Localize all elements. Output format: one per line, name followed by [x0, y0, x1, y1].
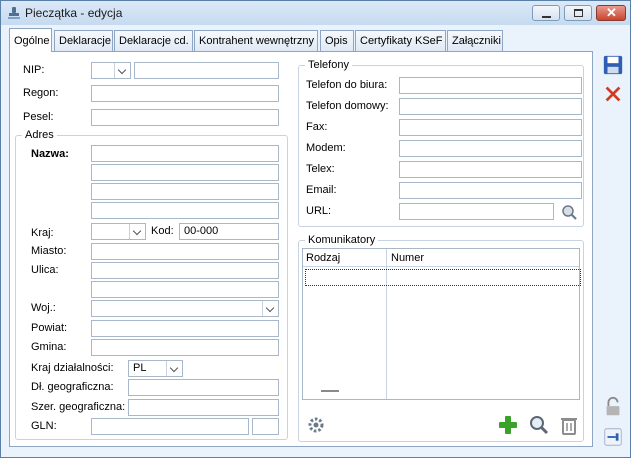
nip-label: NIP:: [23, 64, 45, 76]
chevron-down-icon: [129, 224, 145, 239]
nazwa-line-4[interactable]: [91, 202, 279, 219]
kraj-dzialalnosci-label: Kraj działalności:: [31, 362, 114, 374]
email-input[interactable]: [399, 182, 582, 199]
tab-kontrahent-wewnetrzny[interactable]: Kontrahent wewnętrzny: [194, 30, 318, 51]
miasto-input[interactable]: [91, 243, 279, 260]
powiat-label: Powiat:: [31, 322, 68, 334]
open-url-search-icon[interactable]: [561, 204, 577, 220]
resize-grip: [321, 390, 339, 392]
tab-zalaczniki[interactable]: Załączniki: [447, 30, 503, 51]
regon-input[interactable]: [91, 85, 279, 102]
add-plus-icon[interactable]: [496, 413, 520, 437]
title-bar: Pieczątka - edycja ✕: [1, 1, 630, 25]
grid-row-selected[interactable]: [305, 269, 581, 286]
cancel-close-icon[interactable]: [601, 82, 625, 106]
chevron-down-icon: [114, 63, 130, 78]
window-title: Pieczątka - edycja: [25, 6, 123, 20]
close-icon: ✕: [606, 5, 617, 20]
minimize-button[interactable]: [532, 5, 560, 21]
pesel-label: Pesel:: [23, 111, 54, 123]
tab-ogolne[interactable]: Ogólne: [9, 28, 52, 52]
maximize-button[interactable]: [564, 5, 592, 21]
general-panel: NIP: Regon: Pesel: Adres Nazwa: Kraj: Ko…: [9, 51, 593, 447]
telefon-biuro-label: Telefon do biura:: [306, 79, 388, 91]
pin-icon[interactable]: [601, 425, 625, 449]
modem-label: Modem:: [306, 142, 346, 154]
telex-input[interactable]: [399, 161, 582, 178]
ulica-label: Ulica:: [31, 264, 59, 276]
tab-opis[interactable]: Opis: [320, 30, 354, 51]
woj-combo[interactable]: [91, 300, 279, 317]
kraj-combo[interactable]: [91, 223, 146, 240]
kod-label: Kod:: [151, 225, 174, 237]
tab-certyfikaty-ksef[interactable]: Certyfikaty KSeF: [355, 30, 446, 51]
settings-gear-icon[interactable]: [304, 413, 328, 437]
nazwa-line-2[interactable]: [91, 164, 279, 181]
telefon-domowy-label: Telefon domowy:: [306, 100, 389, 112]
url-label: URL:: [306, 205, 332, 217]
column-numer[interactable]: Numer: [391, 252, 424, 264]
nip-prefix-combo[interactable]: [91, 62, 131, 79]
pesel-input[interactable]: [91, 109, 279, 126]
nip-input[interactable]: [134, 62, 279, 79]
modem-input[interactable]: [399, 140, 582, 157]
ulica-line-1[interactable]: [91, 262, 279, 279]
kraj-dzialalnosci-combo[interactable]: PL: [128, 360, 183, 377]
gmina-label: Gmina:: [31, 341, 67, 353]
szer-geo-input[interactable]: [128, 399, 279, 416]
tab-deklaracje[interactable]: Deklaracje: [54, 30, 113, 51]
regon-label: Regon:: [23, 87, 59, 99]
powiat-input[interactable]: [91, 320, 279, 337]
gln-input[interactable]: [91, 418, 249, 435]
column-rodzaj[interactable]: Rodzaj: [306, 252, 340, 264]
chevron-down-icon: [166, 361, 182, 376]
search-icon[interactable]: [527, 413, 551, 437]
szer-geo-label: Szer. geograficzna:: [31, 401, 126, 413]
telefony-title: Telefony: [305, 59, 352, 71]
dl-geo-input[interactable]: [128, 379, 279, 396]
telefon-domowy-input[interactable]: [399, 98, 582, 115]
nazwa-line-1[interactable]: [91, 145, 279, 162]
telex-label: Telex:: [306, 163, 335, 175]
maximize-icon: [574, 9, 583, 17]
adres-title: Adres: [22, 129, 57, 141]
stamp-icon: [8, 7, 20, 19]
woj-label: Woj.:: [31, 302, 56, 314]
ulica-line-2[interactable]: [91, 281, 279, 298]
gln-check-input[interactable]: [252, 418, 279, 435]
gmina-input[interactable]: [91, 339, 279, 356]
email-label: Email:: [306, 184, 337, 196]
window: Pieczątka - edycja ✕ Ogólne Deklaracje D…: [0, 0, 631, 458]
fax-label: Fax:: [306, 121, 328, 133]
miasto-label: Miasto:: [31, 245, 67, 257]
chevron-down-icon: [262, 301, 278, 316]
gln-label: GLN:: [31, 420, 57, 432]
minimize-icon: [542, 16, 551, 18]
nazwa-line-3[interactable]: [91, 183, 279, 200]
kraj-label: Kraj:: [31, 227, 54, 239]
kod-input[interactable]: 00-000: [179, 223, 279, 240]
komunikatory-grid[interactable]: Rodzaj Numer: [302, 248, 581, 400]
nazwa-label: Nazwa:: [31, 148, 69, 160]
unlock-padlock-icon[interactable]: [601, 395, 625, 419]
fax-input[interactable]: [399, 119, 582, 136]
close-window-button[interactable]: ✕: [596, 5, 626, 21]
trash-icon[interactable]: [557, 413, 581, 437]
komunikatory-title: Komunikatory: [305, 234, 379, 246]
telefon-biuro-input[interactable]: [399, 77, 582, 94]
url-input[interactable]: [399, 203, 554, 220]
grid-header: Rodzaj Numer: [303, 249, 579, 267]
tab-deklaracje-cd[interactable]: Deklaracje cd.: [114, 30, 193, 51]
dl-geo-label: Dł. geograficzna:: [31, 381, 114, 393]
save-disk-icon[interactable]: [601, 53, 625, 77]
